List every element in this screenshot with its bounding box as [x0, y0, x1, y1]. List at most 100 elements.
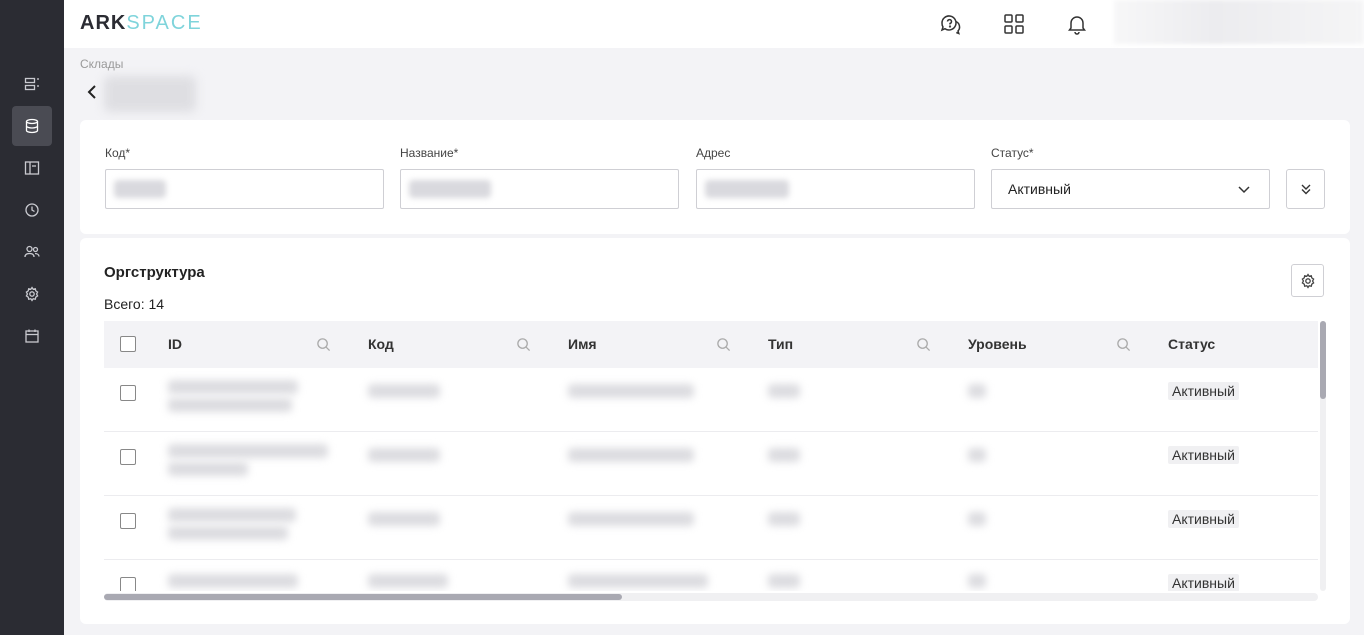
expand-filters-button[interactable] [1286, 169, 1325, 209]
search-icon[interactable] [916, 337, 931, 352]
table-row[interactable]: Активный [104, 560, 1318, 591]
list-icon [24, 77, 39, 91]
gear-icon [1301, 272, 1314, 289]
name-value [409, 180, 491, 198]
column-header-code[interactable]: Код [368, 336, 394, 352]
status-badge: Активный [1168, 446, 1239, 464]
code-value [114, 180, 166, 198]
cell-id [168, 574, 298, 588]
sidebar-item-users[interactable] [12, 232, 52, 272]
status-badge: Активный [1168, 574, 1239, 591]
sidebar-item-settings[interactable] [12, 274, 52, 314]
column-header-status[interactable]: Статус [1168, 336, 1215, 352]
cell-id [168, 398, 292, 412]
cell-name [568, 384, 694, 398]
cell-level [968, 448, 986, 462]
table-header: ID Код Имя Тип Уровень Статус [104, 321, 1318, 368]
layout-icon [24, 161, 40, 175]
cell-level [968, 384, 986, 398]
chevron-left-icon [87, 85, 96, 99]
users-icon [24, 245, 40, 258]
sidebar-item-calendar[interactable] [12, 316, 52, 356]
cell-type [768, 512, 800, 526]
cell-type [768, 384, 800, 398]
name-field[interactable] [400, 169, 679, 209]
sidebar-item-database[interactable] [12, 106, 52, 146]
column-header-name[interactable]: Имя [568, 336, 597, 352]
table-row[interactable]: Активный [104, 496, 1318, 560]
table-row[interactable]: Активный [104, 368, 1318, 432]
table-row[interactable]: Активный [104, 432, 1318, 496]
code-label: Код* [105, 146, 131, 160]
vertical-scrollbar-thumb[interactable] [1320, 321, 1326, 399]
row-checkbox[interactable] [120, 577, 136, 591]
search-icon[interactable] [516, 337, 531, 352]
cell-id [168, 508, 296, 522]
address-field[interactable] [696, 169, 975, 209]
sidebar [0, 0, 64, 635]
select-all-checkbox[interactable] [120, 336, 136, 352]
column-header-id[interactable]: ID [168, 336, 182, 352]
column-header-type[interactable]: Тип [768, 336, 793, 352]
support-chat-button[interactable] [936, 10, 964, 38]
section-title: Оргструктура [104, 264, 205, 281]
apps-grid-button[interactable] [1000, 10, 1028, 38]
notification-bell-icon [1068, 16, 1086, 35]
sidebar-item-layout[interactable] [12, 148, 52, 188]
org-table: ID Код Имя Тип Уровень Статус Активный А… [104, 321, 1318, 591]
back-button[interactable] [84, 82, 102, 102]
cell-code [368, 384, 440, 398]
gear-icon [25, 286, 39, 302]
top-bar: ARKSPACE [64, 0, 1364, 48]
horizontal-scrollbar-thumb[interactable] [104, 594, 622, 600]
cell-code [368, 574, 448, 588]
page-title [104, 76, 196, 112]
double-chevron-down-icon [1301, 184, 1310, 195]
row-checkbox[interactable] [120, 385, 136, 401]
status-badge: Активный [1168, 510, 1239, 528]
app-logo[interactable]: ARKSPACE [80, 12, 203, 35]
cell-name [568, 448, 694, 462]
cell-id [168, 444, 328, 458]
name-label: Название* [400, 146, 459, 160]
cell-id [168, 526, 288, 540]
sidebar-item-list[interactable] [12, 64, 52, 104]
cell-name [568, 512, 694, 526]
user-profile-menu[interactable] [1114, 0, 1364, 44]
cell-level [968, 574, 986, 588]
cell-name [568, 574, 708, 588]
chevron-down-icon [1238, 186, 1250, 194]
breadcrumb[interactable]: Склады [80, 57, 123, 71]
warehouse-form-card: Код* Название* Адрес Статус* Активный [80, 120, 1350, 234]
cell-id [168, 462, 248, 476]
notifications-button[interactable] [1063, 10, 1091, 38]
cell-level [968, 512, 986, 526]
search-icon[interactable] [716, 337, 731, 352]
cell-id [168, 380, 298, 394]
cell-code [368, 512, 440, 526]
horizontal-scrollbar[interactable] [104, 593, 1318, 601]
status-label: Статус* [991, 146, 1034, 160]
support-chat-icon [940, 15, 961, 35]
org-structure-card: Оргструктура Всего: 14 ID Код Имя Тип Ур… [80, 238, 1350, 624]
status-select-value: Активный [1008, 181, 1071, 197]
sidebar-item-clock[interactable] [12, 190, 52, 230]
vertical-scrollbar[interactable] [1320, 321, 1326, 591]
row-checkbox[interactable] [120, 449, 136, 465]
row-checkbox[interactable] [120, 513, 136, 529]
column-header-level[interactable]: Уровень [968, 336, 1027, 352]
code-field[interactable] [105, 169, 384, 209]
apps-grid-icon [1004, 14, 1024, 34]
search-icon[interactable] [316, 337, 331, 352]
cell-type [768, 574, 800, 588]
cell-type [768, 448, 800, 462]
search-icon[interactable] [1116, 337, 1131, 352]
table-settings-button[interactable] [1291, 264, 1324, 297]
cell-code [368, 448, 440, 462]
address-label: Адрес [696, 146, 731, 160]
address-value [705, 180, 789, 198]
calendar-icon [25, 329, 39, 343]
total-count: Всего: 14 [104, 296, 165, 312]
status-select[interactable]: Активный [991, 169, 1270, 209]
database-icon [25, 118, 39, 134]
